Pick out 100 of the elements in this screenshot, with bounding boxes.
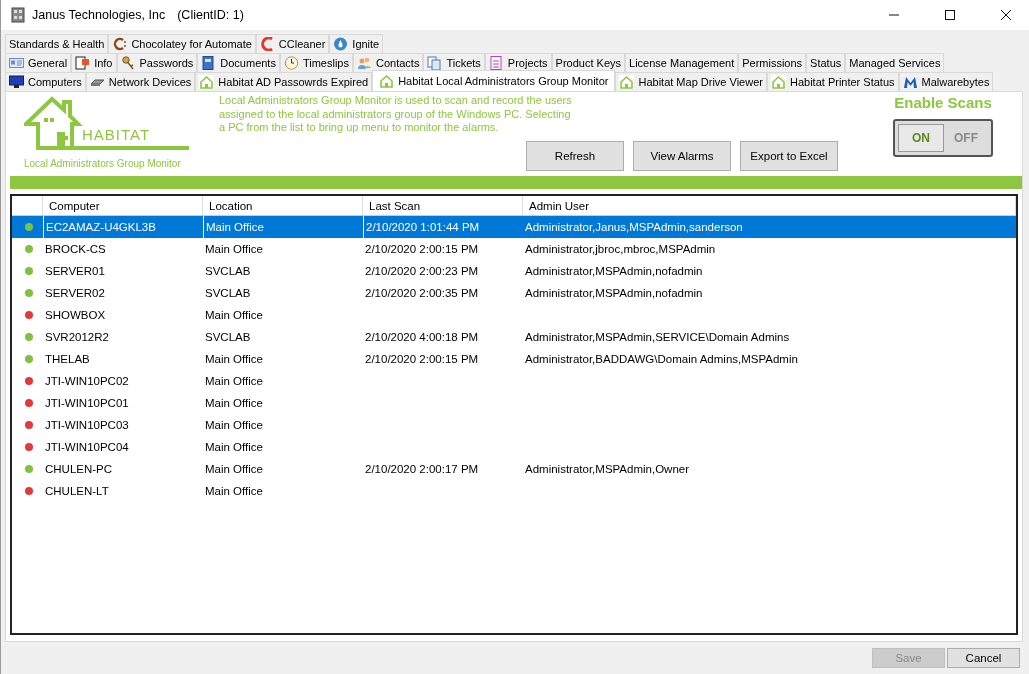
server-icon bbox=[11, 7, 25, 23]
table-row[interactable]: SERVER02 SVCLAB 2/10/2020 2:00:35 PM Administrator,MSPAdmin,nofadmin bbox=[12, 282, 1016, 304]
c-logo-icon bbox=[259, 37, 275, 51]
document-icon bbox=[201, 56, 217, 70]
tab[interactable]: Managed Services bbox=[845, 53, 945, 72]
table-cell: Main Office bbox=[205, 419, 263, 431]
table-cell: 2/10/2020 2:00:15 PM bbox=[365, 353, 479, 365]
table-cell: Main Office bbox=[205, 375, 263, 387]
people-icon bbox=[357, 56, 372, 70]
notebook-icon bbox=[75, 56, 91, 70]
table-cell: 2/10/2020 2:00:17 PM bbox=[365, 463, 479, 475]
table-cell: Administrator,jbroc,mbroc,MSPAdmin bbox=[525, 243, 716, 255]
column-header[interactable]: Admin User bbox=[523, 196, 1016, 215]
key-icon bbox=[120, 56, 136, 70]
tab[interactable]: Habitat Local Administrators Group Monitor bbox=[372, 70, 616, 91]
table-cell: JTI-WIN10PC01 bbox=[45, 397, 129, 409]
tab[interactable]: Network Devices bbox=[85, 72, 196, 91]
table-cell: SVR2012R2 bbox=[45, 331, 109, 343]
table-cell: Main Office bbox=[205, 243, 263, 255]
table-row[interactable]: JTI-WIN10PC04 Main Office bbox=[12, 436, 1016, 458]
table-row[interactable]: CHULEN-LT Main Office bbox=[12, 480, 1016, 502]
tab[interactable]: Habitat Printer Status bbox=[766, 72, 899, 91]
footer-button[interactable]: Cancel bbox=[947, 648, 1020, 668]
table-cell: SERVER01 bbox=[45, 265, 105, 277]
action-button[interactable]: Refresh bbox=[526, 140, 624, 171]
tab[interactable]: Permissions bbox=[738, 53, 807, 72]
table-row[interactable]: THELAB Main Office 2/10/2020 2:00:15 PM Administrator,BADDAWG\Domain Admins,MSPAdmin bbox=[12, 348, 1016, 370]
column-header[interactable]: Location bbox=[203, 196, 363, 215]
tab[interactable]: CCleaner bbox=[255, 34, 330, 53]
tab[interactable]: Habitat Map Drive Viewer bbox=[615, 72, 767, 91]
table-cell: 2/10/2020 2:00:23 PM bbox=[365, 265, 479, 277]
tab[interactable]: Passwords bbox=[116, 53, 198, 72]
table-row[interactable]: BROCK-CS Main Office 2/10/2020 2:00:15 PM Administrator,jbroc,mbroc,MSPAdmin bbox=[12, 238, 1016, 260]
table-cell: JTI-WIN10PC03 bbox=[45, 419, 129, 431]
table-row[interactable]: EC2AMAZ-U4GKL3B Main Office 2/10/2020 1:01:44 PM Administrator,Janus,MSPAdmin,sanderson bbox=[12, 216, 1016, 238]
m-logo-icon bbox=[902, 75, 918, 89]
close-icon[interactable] bbox=[1001, 10, 1011, 20]
house-icon bbox=[770, 75, 786, 89]
action-button[interactable]: View Alarms bbox=[633, 140, 731, 171]
table-cell: SVCLAB bbox=[205, 287, 251, 299]
table-cell: Administrator,MSPAdmin,nofadmin bbox=[525, 265, 703, 277]
table-cell: Main Office bbox=[205, 441, 263, 453]
logo-name: HABITAT bbox=[82, 126, 151, 143]
maximize-icon[interactable] bbox=[945, 10, 955, 20]
letter-c-icon bbox=[112, 37, 128, 51]
tab[interactable]: Habitat AD Passowrds Expired bbox=[195, 72, 373, 91]
table-cell: CHULEN-LT bbox=[45, 485, 109, 497]
table-cell: Administrator,BADDAWG\Domain Admins,MSPAdmin bbox=[525, 353, 798, 365]
house-icon bbox=[619, 75, 635, 89]
table-row[interactable]: JTI-WIN10PC01 Main Office bbox=[12, 392, 1016, 414]
table-cell: SERVER02 bbox=[45, 287, 105, 299]
tab[interactable]: General bbox=[5, 53, 72, 72]
tab[interactable]: Documents bbox=[197, 53, 280, 72]
table-cell: 2/10/2020 2:00:15 PM bbox=[365, 243, 479, 255]
tab[interactable]: License Management bbox=[625, 53, 739, 72]
table-cell: Administrator,Janus,MSPAdmin,sanderson bbox=[525, 221, 743, 233]
house-icon bbox=[199, 75, 215, 89]
table-cell: THELAB bbox=[45, 353, 90, 365]
clock-icon bbox=[283, 56, 299, 70]
table-row[interactable]: SERVER01 SVCLAB 2/10/2020 2:00:23 PM Administrator,MSPAdmin,nofadmin bbox=[12, 260, 1016, 282]
table-row[interactable]: SVR2012R2 SVCLAB 2/10/2020 4:00:18 PM Administrator,MSPAdmin,SERVICE\Domain Admins bbox=[12, 326, 1016, 348]
drop-icon bbox=[333, 37, 349, 51]
id-card-icon bbox=[9, 56, 24, 70]
table-row[interactable]: SHOWBOX Main Office bbox=[12, 304, 1016, 326]
table-row[interactable]: JTI-WIN10PC02 Main Office bbox=[12, 370, 1016, 392]
logo-subtitle: Local Administrators Group Monitor bbox=[24, 158, 182, 169]
monitor-icon bbox=[9, 75, 24, 89]
table-cell: Administrator,MSPAdmin,Owner bbox=[525, 463, 690, 475]
table-cell: CHULEN-PC bbox=[45, 463, 113, 475]
client-id: (ClientID: 1) bbox=[177, 8, 244, 22]
tab[interactable]: Computers bbox=[5, 72, 86, 91]
action-button[interactable]: Export to Excel bbox=[740, 140, 838, 171]
table-cell: JTI-WIN10PC04 bbox=[45, 441, 129, 453]
tab[interactable]: Status bbox=[806, 53, 846, 72]
table-cell: 2/10/2020 1:01:44 PM bbox=[366, 221, 480, 233]
house-icon bbox=[379, 74, 395, 88]
table-cell: 2/10/2020 2:00:35 PM bbox=[365, 287, 479, 299]
tab[interactable]: Info bbox=[71, 53, 117, 72]
table-cell: Main Office bbox=[205, 309, 263, 321]
table-row[interactable]: JTI-WIN10PC03 Main Office bbox=[12, 414, 1016, 436]
tab[interactable]: Malwarebytes bbox=[898, 72, 994, 91]
table-cell: BROCK-CS bbox=[45, 243, 106, 255]
table-cell: Main Office bbox=[205, 463, 263, 475]
table-cell: Main Office bbox=[205, 353, 263, 365]
column-header[interactable]: Computer bbox=[43, 196, 203, 215]
tab[interactable]: Ignite bbox=[329, 34, 384, 53]
description: Local Administrators Group Monitor is used to scan and record the users assigned to the local administrators group of the Windows PC. Selecting a PC from the list to bring up menu to monitor the alarms. bbox=[219, 94, 573, 135]
table-cell: JTI-WIN10PC02 bbox=[45, 375, 129, 387]
table-cell: Main Office bbox=[205, 397, 263, 409]
table-cell: Administrator,MSPAdmin,SERVICE\Domain Admins bbox=[525, 331, 790, 343]
tab[interactable]: Chocolatey for Automate bbox=[108, 34, 256, 53]
window-title: Janus Technologies, Inc bbox=[32, 8, 166, 22]
table-cell: Main Office bbox=[205, 485, 263, 497]
tab[interactable]: Timeslips bbox=[279, 53, 353, 72]
table-cell: SVCLAB bbox=[205, 331, 251, 343]
tab[interactable]: Standards & Health bbox=[5, 34, 109, 53]
table-row[interactable]: CHULEN-PC Main Office 2/10/2020 2:00:17 PM Administrator,MSPAdmin,Owner bbox=[12, 458, 1016, 480]
enable-scans-label: Enable Scans bbox=[894, 94, 992, 111]
column-header[interactable]: Last Scan bbox=[363, 196, 523, 215]
table-cell: SVCLAB bbox=[205, 265, 251, 277]
